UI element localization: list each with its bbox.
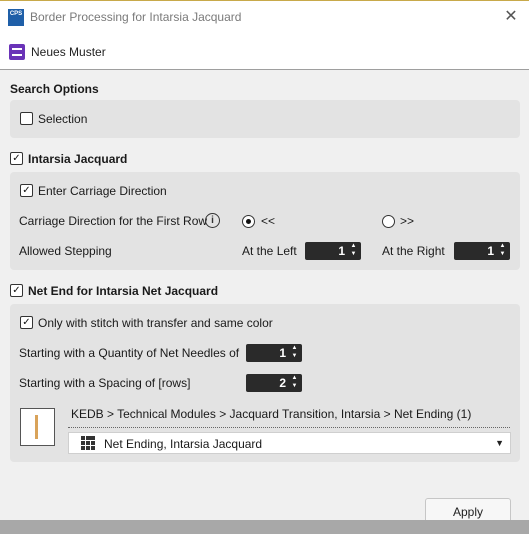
- quantity-label: Starting with a Quantity of Net Needles …: [19, 346, 240, 360]
- intarsia-jacquard-checkbox[interactable]: [10, 152, 23, 165]
- stepper-arrows-icon[interactable]: ▲ ▼: [290, 374, 299, 390]
- direction-left-radio[interactable]: [242, 215, 255, 228]
- pattern-name: Neues Muster: [31, 45, 106, 59]
- intarsia-jacquard-panel: Enter Carriage Direction Carriage Direct…: [10, 172, 520, 270]
- quantity-value: 1: [279, 346, 286, 360]
- stepper-arrows-icon[interactable]: ▲ ▼: [349, 242, 358, 258]
- pattern-bar: Neues Muster: [0, 34, 529, 70]
- info-icon[interactable]: i: [205, 213, 220, 228]
- breadcrumb: KEDB > Technical Modules > Jacquard Tran…: [71, 407, 472, 421]
- app-icon: CPS: [8, 9, 24, 26]
- module-select-value: Net Ending, Intarsia Jacquard: [104, 437, 263, 451]
- grid-icon: [81, 436, 95, 450]
- divider: [68, 427, 510, 428]
- chevron-down-icon[interactable]: ▼: [495, 438, 504, 448]
- selection-checkbox[interactable]: [20, 112, 33, 125]
- allowed-stepping-label: Allowed Stepping: [19, 244, 112, 258]
- module-thumbnail: [20, 408, 55, 446]
- title-bar: CPS Border Processing for Intarsia Jacqu…: [0, 0, 529, 34]
- pattern-icon: [9, 44, 25, 60]
- search-options-panel: Selection: [10, 100, 520, 138]
- at-left-stepper[interactable]: 1 ▲ ▼: [305, 242, 361, 260]
- enter-carriage-direction-label: Enter Carriage Direction: [38, 184, 167, 198]
- at-left-label: At the Left: [242, 244, 297, 258]
- direction-left-label: <<: [261, 214, 276, 228]
- close-icon[interactable]: ✕: [501, 7, 521, 27]
- carriage-direction-label: Carriage Direction for the First Row: [19, 214, 208, 228]
- only-stitch-label: Only with stitch with transfer and same …: [38, 316, 273, 330]
- direction-right-label: >>: [400, 214, 415, 228]
- spacing-label: Starting with a Spacing of [rows]: [19, 376, 191, 390]
- net-end-heading: Net End for Intarsia Net Jacquard: [28, 284, 219, 298]
- at-left-value: 1: [338, 244, 345, 258]
- module-select[interactable]: Net Ending, Intarsia Jacquard ▼: [68, 432, 511, 454]
- net-end-checkbox[interactable]: [10, 284, 23, 297]
- quantity-stepper[interactable]: 1 ▲ ▼: [246, 344, 302, 362]
- at-right-value: 1: [487, 244, 494, 258]
- intarsia-jacquard-heading: Intarsia Jacquard: [28, 152, 128, 166]
- enter-carriage-direction-checkbox[interactable]: [20, 184, 33, 197]
- at-right-stepper[interactable]: 1 ▲ ▼: [454, 242, 510, 260]
- at-right-label: At the Right: [382, 244, 445, 258]
- stepper-arrows-icon[interactable]: ▲ ▼: [290, 344, 299, 360]
- direction-right-radio[interactable]: [382, 215, 395, 228]
- only-stitch-checkbox[interactable]: [20, 316, 33, 329]
- search-options-heading: Search Options: [10, 82, 99, 96]
- bottom-strip: [0, 520, 529, 534]
- window-title: Border Processing for Intarsia Jacquard: [30, 10, 242, 24]
- stepper-arrows-icon[interactable]: ▲ ▼: [498, 242, 507, 258]
- spacing-stepper[interactable]: 2 ▲ ▼: [246, 374, 302, 392]
- selection-label: Selection: [38, 112, 88, 126]
- spacing-value: 2: [279, 376, 286, 390]
